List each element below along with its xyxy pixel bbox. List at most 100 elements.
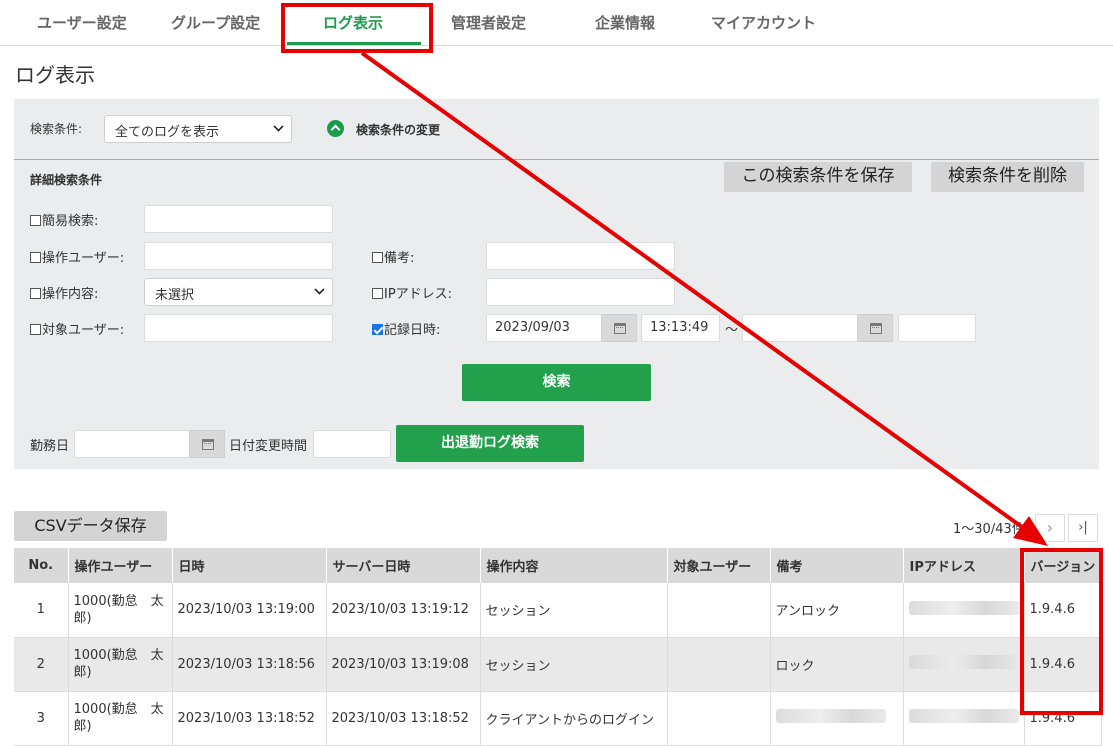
highlight-box-log-tab (281, 3, 433, 53)
column-header-datetime[interactable]: 日時 (172, 548, 327, 583)
next-page-button[interactable]: › (1035, 514, 1065, 542)
ip-input[interactable] (486, 278, 675, 306)
operation-content-select[interactable]: 未選択 (144, 278, 333, 306)
cell-server-datetime: 2023/10/03 13:18:52 (326, 691, 481, 746)
ip-checkbox[interactable] (372, 288, 383, 299)
cell-no: 2 (14, 637, 69, 692)
operation-user-label-text: 操作ユーザー: (42, 251, 125, 266)
ip-label-text: IPアドレス: (384, 287, 453, 302)
date-change-label: 日付変更時間 (229, 439, 308, 454)
recorded-checkbox[interactable] (372, 324, 383, 335)
chevron-right-icon: › (1046, 518, 1054, 537)
cell-operation: セッション (480, 637, 668, 692)
cell-target-user (667, 691, 771, 746)
tab-my-account[interactable]: マイアカウント (711, 12, 816, 33)
condition-label: 検索条件: (30, 122, 83, 136)
cell-ip (903, 583, 1025, 638)
redacted-note (775, 709, 886, 723)
ip-label: IPアドレス: (372, 283, 452, 302)
redacted-ip (908, 600, 1019, 615)
column-header-note[interactable]: 備考 (770, 548, 904, 583)
save-condition-button[interactable]: この検索条件を保存 (724, 162, 912, 192)
operation-user-input[interactable] (144, 242, 333, 270)
work-day-input[interactable] (74, 430, 190, 458)
redacted-ip (908, 709, 1019, 723)
operation-content-checkbox[interactable] (30, 288, 41, 299)
column-header-operation-user[interactable]: 操作ユーザー (68, 548, 173, 583)
panel-divider (14, 159, 1099, 160)
chevron-down-icon (314, 284, 325, 295)
target-user-checkbox[interactable] (30, 324, 41, 335)
detail-conditions-title: 詳細検索条件 (30, 173, 103, 187)
pagination-count: 1～30/43件 (953, 522, 1025, 537)
cell-operation-user: 1000(勤怠 太郎) (68, 637, 173, 692)
tab-group-settings[interactable]: グループ設定 (171, 12, 260, 33)
calendar-icon (870, 323, 882, 334)
calendar-icon (614, 323, 626, 334)
column-header-operation[interactable]: 操作内容 (480, 548, 668, 583)
date-change-input[interactable] (313, 430, 391, 458)
csv-save-button[interactable]: CSVデータ保存 (14, 511, 167, 541)
simple-search-input[interactable] (144, 205, 333, 233)
recorded-date-from-input[interactable]: 2023/09/03 (486, 314, 602, 342)
delete-condition-button[interactable]: 検索条件を削除 (931, 162, 1084, 192)
cell-no: 1 (14, 583, 69, 638)
cell-target-user (667, 637, 771, 692)
recorded-time-from-input[interactable]: 13:13:49 (641, 314, 720, 342)
column-header-server-datetime[interactable]: サーバー日時 (326, 548, 481, 583)
cell-ip (903, 691, 1025, 746)
range-separator: 〜 (725, 323, 739, 338)
tab-admin-settings[interactable]: 管理者設定 (451, 12, 526, 33)
recorded-date-to-input[interactable] (742, 314, 858, 342)
calendar-button-to[interactable] (857, 314, 893, 342)
table-row[interactable]: 1 1000(勤怠 太郎) 2023/10/03 13:19:00 2023/1… (14, 583, 1103, 638)
recorded-time-to-input[interactable] (898, 314, 976, 342)
column-header-no[interactable]: No. (14, 548, 69, 583)
recorded-label-text: 記録日時: (384, 323, 441, 338)
cell-datetime: 2023/10/03 13:18:52 (172, 691, 327, 746)
operation-user-label: 操作ユーザー: (30, 247, 124, 266)
cell-no: 3 (14, 691, 69, 746)
note-input[interactable] (486, 242, 675, 270)
cell-server-datetime: 2023/10/03 13:19:08 (326, 637, 481, 692)
simple-search-label: 簡易検索: (30, 210, 98, 229)
cell-ip (903, 637, 1025, 692)
target-user-label: 対象ユーザー: (30, 319, 124, 338)
last-page-button[interactable]: ›| (1068, 514, 1098, 542)
toggle-conditions-link[interactable]: 検索条件の変更 (356, 121, 440, 138)
tab-company-info[interactable]: 企業情報 (595, 12, 655, 33)
table-row[interactable]: 3 1000(勤怠 太郎) 2023/10/03 13:18:52 2023/1… (14, 691, 1103, 746)
redacted-ip (908, 655, 1019, 669)
note-checkbox[interactable] (372, 252, 383, 263)
operation-content-label: 操作内容: (30, 283, 98, 302)
column-header-ip[interactable]: IPアドレス (903, 548, 1025, 583)
top-tab-bar: ユーザー設定 グループ設定 ログ表示 管理者設定 企業情報 マイアカウント (0, 0, 1113, 46)
operation-content-select-value: 未選択 (155, 288, 195, 303)
simple-search-label-text: 簡易検索: (42, 214, 99, 229)
target-user-label-text: 対象ユーザー: (42, 323, 125, 338)
cell-operation-user: 1000(勤怠 太郎) (68, 691, 173, 746)
chevron-up-circle-icon[interactable] (327, 120, 344, 137)
column-header-target-user[interactable]: 対象ユーザー (667, 548, 771, 583)
condition-select[interactable]: 全てのログを表示 (104, 115, 292, 143)
operation-user-checkbox[interactable] (30, 252, 41, 263)
tab-user-settings[interactable]: ユーザー設定 (37, 12, 127, 33)
work-day-label: 勤務日 (30, 439, 70, 454)
table-row[interactable]: 2 1000(勤怠 太郎) 2023/10/03 13:18:56 2023/1… (14, 637, 1103, 692)
calendar-button-from[interactable] (601, 314, 637, 342)
chevron-down-icon (273, 121, 284, 132)
log-table: No. 操作ユーザー 日時 サーバー日時 操作内容 対象ユーザー 備考 IPアド… (14, 548, 1103, 746)
calendar-button-workday[interactable] (189, 430, 225, 458)
note-label: 備考: (372, 247, 414, 266)
search-button[interactable]: 検索 (462, 364, 651, 401)
target-user-input[interactable] (144, 314, 333, 342)
attendance-log-search-button[interactable]: 出退勤ログ検索 (396, 425, 584, 462)
cell-datetime: 2023/10/03 13:19:00 (172, 583, 327, 638)
note-label-text: 備考: (384, 251, 415, 266)
simple-search-checkbox[interactable] (30, 215, 41, 226)
cell-operation: クライアントからのログイン (480, 691, 668, 746)
highlight-box-version-column (1020, 548, 1103, 715)
condition-select-value: 全てのログを表示 (115, 125, 220, 140)
table-header-row: No. 操作ユーザー 日時 サーバー日時 操作内容 対象ユーザー 備考 IPアド… (14, 548, 1103, 583)
cell-note (770, 691, 904, 746)
